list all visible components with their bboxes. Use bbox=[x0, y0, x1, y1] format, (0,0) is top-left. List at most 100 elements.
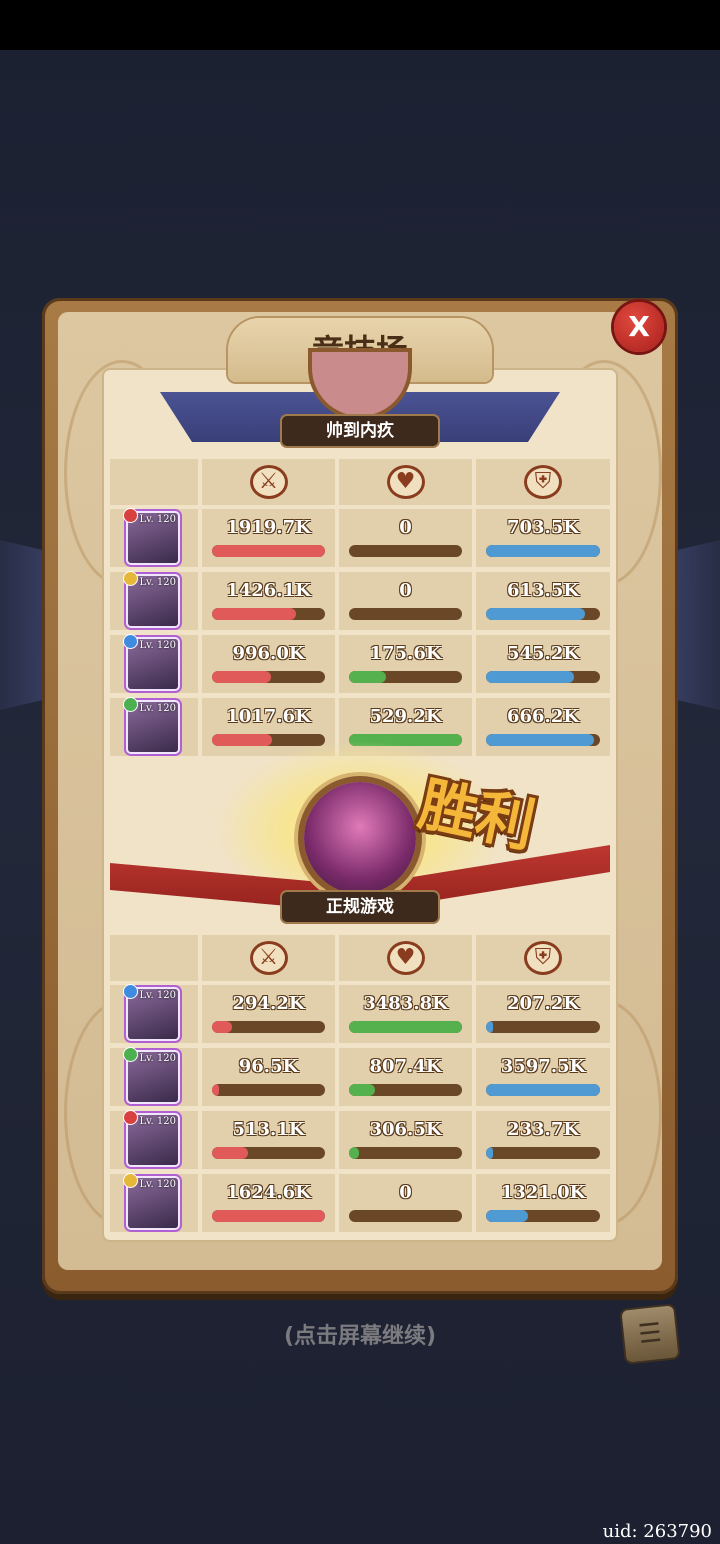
hero-portrait[interactable]: Lv. 120 bbox=[128, 1178, 178, 1228]
battle-log-icon: ☰ bbox=[636, 1317, 664, 1351]
attack-value: 1426.1K bbox=[226, 580, 311, 601]
hero-level: Lv. 120 bbox=[139, 640, 176, 651]
defense-bar bbox=[486, 608, 600, 620]
attack-bar bbox=[212, 1084, 325, 1096]
hero-portrait[interactable]: Lv. 120 bbox=[128, 639, 178, 689]
attack-cell: 1919.7K bbox=[202, 509, 335, 567]
header-defense-cell: ⛨ bbox=[476, 935, 610, 981]
defense-value: 545.2K bbox=[506, 643, 579, 664]
hero-row: Lv. 120 294.2K 3483.8K 207.2K bbox=[110, 985, 610, 1043]
header-empty-cell bbox=[110, 459, 198, 505]
defense-cell: 545.2K bbox=[476, 635, 610, 693]
attack-bar bbox=[212, 608, 325, 620]
faction-gem-icon bbox=[124, 1048, 137, 1061]
hero-level: Lv. 120 bbox=[139, 990, 176, 1001]
winner-avatar bbox=[304, 782, 416, 894]
hero-level: Lv. 120 bbox=[139, 1053, 176, 1064]
hero-row: Lv. 120 1919.7K 0 703.5K bbox=[110, 509, 610, 567]
hero-row: Lv. 120 1426.1K 0 613.5K bbox=[110, 572, 610, 630]
hero-portrait[interactable]: Lv. 120 bbox=[128, 576, 178, 626]
attack-cell: 996.0K bbox=[202, 635, 335, 693]
attack-bar bbox=[212, 545, 325, 557]
heal-value: 0 bbox=[399, 517, 412, 538]
bottom-player-name: 正规游戏 bbox=[282, 892, 438, 922]
battle-log-button[interactable]: ☰ bbox=[621, 1305, 679, 1363]
hero-row: Lv. 120 1624.6K 0 1321.0K bbox=[110, 1174, 610, 1232]
heal-bar-fill bbox=[349, 1147, 360, 1159]
tap-to-continue-hint[interactable]: (点击屏幕继续) bbox=[0, 1318, 720, 1350]
defense-bar-fill bbox=[486, 671, 574, 683]
hero-row: Lv. 120 96.5K 807.4K 3597.5K bbox=[110, 1048, 610, 1106]
defense-value: 666.2K bbox=[506, 706, 579, 727]
attack-cell: 1624.6K bbox=[202, 1174, 335, 1232]
shield-icon: ⛨ bbox=[524, 941, 562, 975]
attack-bar bbox=[212, 1147, 325, 1159]
hero-cell: Lv. 120 bbox=[110, 698, 198, 756]
defense-value: 1321.0K bbox=[500, 1182, 586, 1203]
hero-level: Lv. 120 bbox=[139, 703, 176, 714]
defense-value: 233.7K bbox=[506, 1119, 579, 1140]
attack-value: 1624.6K bbox=[226, 1182, 311, 1203]
attack-value: 513.1K bbox=[232, 1119, 305, 1140]
heal-bar bbox=[349, 608, 462, 620]
header-attack-cell: ⚔ bbox=[202, 459, 335, 505]
hero-level: Lv. 120 bbox=[139, 514, 176, 525]
hero-portrait[interactable]: Lv. 120 bbox=[128, 1115, 178, 1165]
defense-value: 3597.5K bbox=[500, 1056, 586, 1077]
faction-gem-icon bbox=[124, 985, 137, 998]
heart-icon: ♥ bbox=[386, 941, 425, 975]
heal-value: 0 bbox=[399, 580, 412, 601]
close-button[interactable]: X bbox=[614, 302, 664, 352]
heal-value: 807.4K bbox=[369, 1056, 442, 1077]
attack-bar bbox=[212, 1021, 325, 1033]
heal-cell: 175.6K bbox=[339, 635, 472, 693]
hero-portrait[interactable]: Lv. 120 bbox=[128, 702, 178, 752]
defense-bar bbox=[486, 1084, 600, 1096]
defense-bar-fill bbox=[486, 1084, 600, 1096]
defense-cell: 233.7K bbox=[476, 1111, 610, 1169]
hero-portrait[interactable]: Lv. 120 bbox=[128, 989, 178, 1039]
status-bar bbox=[0, 0, 720, 50]
heal-cell: 0 bbox=[339, 572, 472, 630]
top-player-name: 帅到内疚 bbox=[282, 416, 438, 446]
user-id: uid: 263790 bbox=[602, 1521, 712, 1542]
heal-cell: 306.5K bbox=[339, 1111, 472, 1169]
sword-icon: ⚔ bbox=[249, 465, 288, 499]
attack-cell: 294.2K bbox=[202, 985, 335, 1043]
faction-gem-icon bbox=[124, 698, 137, 711]
attack-cell: 513.1K bbox=[202, 1111, 335, 1169]
defense-cell: 207.2K bbox=[476, 985, 610, 1043]
hero-row: Lv. 120 996.0K 175.6K 545.2K bbox=[110, 635, 610, 693]
faction-gem-icon bbox=[124, 1174, 137, 1187]
defense-bar-fill bbox=[486, 1147, 493, 1159]
faction-gem-icon bbox=[124, 572, 137, 585]
header-defense-cell: ⛨ bbox=[476, 459, 610, 505]
defense-value: 703.5K bbox=[506, 517, 579, 538]
hero-cell: Lv. 120 bbox=[110, 635, 198, 693]
attack-bar-fill bbox=[212, 1084, 219, 1096]
attack-bar-fill bbox=[212, 671, 271, 683]
attack-bar-fill bbox=[212, 1210, 325, 1222]
hero-portrait[interactable]: Lv. 120 bbox=[128, 1052, 178, 1102]
attack-bar-fill bbox=[212, 545, 325, 557]
faction-gem-icon bbox=[124, 509, 137, 522]
header-heal-cell: ♥ bbox=[339, 935, 472, 981]
defense-bar bbox=[486, 1210, 600, 1222]
attack-bar bbox=[212, 671, 325, 683]
defense-bar bbox=[486, 1021, 600, 1033]
heal-value: 3483.8K bbox=[363, 993, 448, 1014]
hero-cell: Lv. 120 bbox=[110, 1174, 198, 1232]
hero-level: Lv. 120 bbox=[139, 1179, 176, 1190]
heal-bar bbox=[349, 1147, 462, 1159]
hero-portrait[interactable]: Lv. 120 bbox=[128, 513, 178, 563]
attack-cell: 96.5K bbox=[202, 1048, 335, 1106]
heal-bar bbox=[349, 1210, 462, 1222]
defense-cell: 3597.5K bbox=[476, 1048, 610, 1106]
faction-gem-icon bbox=[124, 635, 137, 648]
header-attack-cell: ⚔ bbox=[202, 935, 335, 981]
heal-value: 529.2K bbox=[369, 706, 442, 727]
close-icon: X bbox=[628, 310, 650, 343]
defense-cell: 613.5K bbox=[476, 572, 610, 630]
heal-cell: 3483.8K bbox=[339, 985, 472, 1043]
heal-cell: 0 bbox=[339, 1174, 472, 1232]
